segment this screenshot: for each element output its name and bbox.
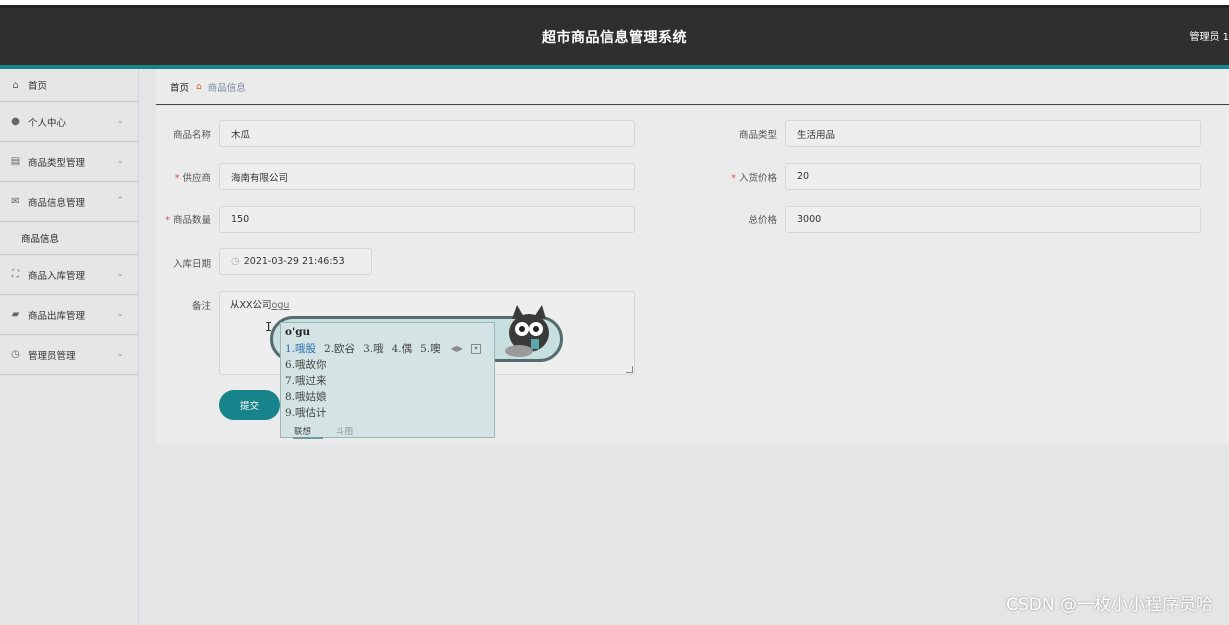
quantity-label: * 商品数量 [165,215,211,226]
sidebar-subitem-product-info[interactable]: 商品信息 [0,222,138,255]
sidebar-item-label: 商品出库管理 [28,310,86,322]
app-header: 超市商品信息管理系统 管理员 1 [0,8,1229,65]
window-top-strip [0,0,1229,8]
ime-candidate[interactable]: 3.哦 [363,341,384,356]
clock-icon: ◷ [11,349,20,360]
remark-composition: ogu [271,300,290,311]
required-mark: * [165,215,170,226]
stock-date-picker[interactable]: ◷ 2021-03-29 21:46:53 [219,248,372,275]
ime-pinyin: o'gu [285,326,311,338]
supplier-label: * 供应商 [174,173,211,184]
breadcrumb: 首页 ⌂ 商品信息 [156,69,1229,105]
mail-icon: ✉ [11,196,20,207]
user-icon: ● [11,116,20,127]
ime-candidate[interactable]: 4.偶 [392,341,413,356]
sidebar-item-label: 商品类型管理 [28,157,86,169]
ime-candidate[interactable]: 1.哦股 [285,341,316,356]
product-type-label: 商品类型 [738,130,777,141]
total-price-label: 总价格 [748,215,777,226]
chevron-down-icon: ⌄ [116,116,124,126]
house-icon: ⌂ [196,81,202,92]
home-icon: ⌂ [12,79,19,91]
sidebar-item-product-management[interactable]: ✉ 商品信息管理 ⌃ [0,182,138,222]
chevron-down-icon: ⌄ [116,309,124,319]
ime-candidate[interactable]: 7.哦过来 [285,373,327,388]
sidebar-item-personal-center[interactable]: ● 个人中心 ⌄ [0,102,138,142]
chevron-up-icon: ⌃ [116,196,124,206]
ime-candidate-panel[interactable]: o'gu 1.哦股 2.欧谷 3.哦 4.偶 5.噢 ◀▶ ▾ 6.哦故你 7.… [280,322,495,439]
purchase-price-input[interactable]: 20 [785,163,1201,190]
remark-text: 从XX公司 [230,300,272,311]
remark-label: 备注 [191,301,211,312]
total-price-input[interactable]: 3000 [785,206,1201,233]
like-icon: ▰ [11,309,20,320]
ime-mascot-icon [505,305,549,357]
chevron-down-icon: ⌄ [116,156,124,166]
ime-tab-association[interactable]: 联想 [293,425,323,439]
sidebar-item-label: 管理员管理 [28,350,76,362]
chevron-down-icon: ⌄ [116,269,124,279]
ime-candidate[interactable]: 6.哦故你 [285,357,327,372]
stock-date-label: 入库日期 [172,259,211,270]
ime-page-arrows-icon[interactable]: ◀▶ [451,344,463,353]
watermark: CSDN @一枚小小程序员哈 [1006,595,1213,615]
sidebar-item-label: 个人中心 [28,117,67,129]
sidebar-item-category-management[interactable]: ▤ 商品类型管理 ⌄ [0,142,138,182]
stock-date-value: 2021-03-29 21:46:53 [243,256,345,267]
text-cursor-icon: I [265,320,273,334]
sidebar-item-stock-in-management[interactable]: ⛶ 商品入库管理 ⌄ [0,255,138,295]
breadcrumb-current: 商品信息 [207,82,246,94]
sidebar-item-stock-out-management[interactable]: ▰ 商品出库管理 ⌄ [0,295,138,335]
product-type-select[interactable]: 生活用品 [785,120,1201,147]
product-name-input[interactable]: 木瓜 [219,120,635,147]
chevron-down-icon: ⌄ [116,349,124,359]
clock-icon: ◷ [231,256,240,267]
frame-icon: ⛶ [12,269,19,280]
user-menu[interactable]: 管理员 1 [1189,28,1229,43]
sidebar-item-label: 商品信息管理 [28,197,86,209]
sidebar-item-admin-management[interactable]: ◷ 管理员管理 ⌄ [0,335,138,375]
sidebar: ⌂ 首页 ● 个人中心 ⌄ ▤ 商品类型管理 ⌄ ✉ 商品信息管理 ⌃ 商品信息… [0,69,139,625]
app-title: 超市商品信息管理系统 [542,30,687,46]
ime-candidate[interactable]: 2.欧谷 [324,341,355,356]
ime-candidate[interactable]: 9.哦估计 [285,405,327,420]
required-mark: * [731,173,736,184]
clipboard-icon: ▤ [10,156,21,167]
product-name-label: 商品名称 [172,130,211,141]
breadcrumb-home[interactable]: 首页 [170,80,189,94]
sidebar-item-home[interactable]: ⌂ 首页 [0,69,138,102]
ime-candidate-row: 1.哦股 2.欧谷 3.哦 4.偶 5.噢 ◀▶ ▾ [285,341,481,356]
required-mark: * [174,173,180,184]
resize-handle[interactable] [626,366,633,373]
submit-button[interactable]: 提交 [219,390,280,420]
sidebar-item-label: 首页 [28,81,48,92]
ime-candidate[interactable]: 8.哦姑娘 [285,389,327,404]
sidebar-item-label: 商品入库管理 [28,270,86,282]
ime-expand-icon[interactable]: ▾ [470,343,481,354]
quantity-input[interactable]: 150 [219,206,635,233]
purchase-price-label: * 入货价格 [731,173,777,184]
ime-candidate[interactable]: 5.噢 [420,341,441,356]
supplier-input[interactable]: 海南有限公司 [219,163,635,190]
ime-tabs: 联想 斗图 [281,423,494,439]
ime-tab-sticker[interactable]: 斗图 [336,425,353,437]
